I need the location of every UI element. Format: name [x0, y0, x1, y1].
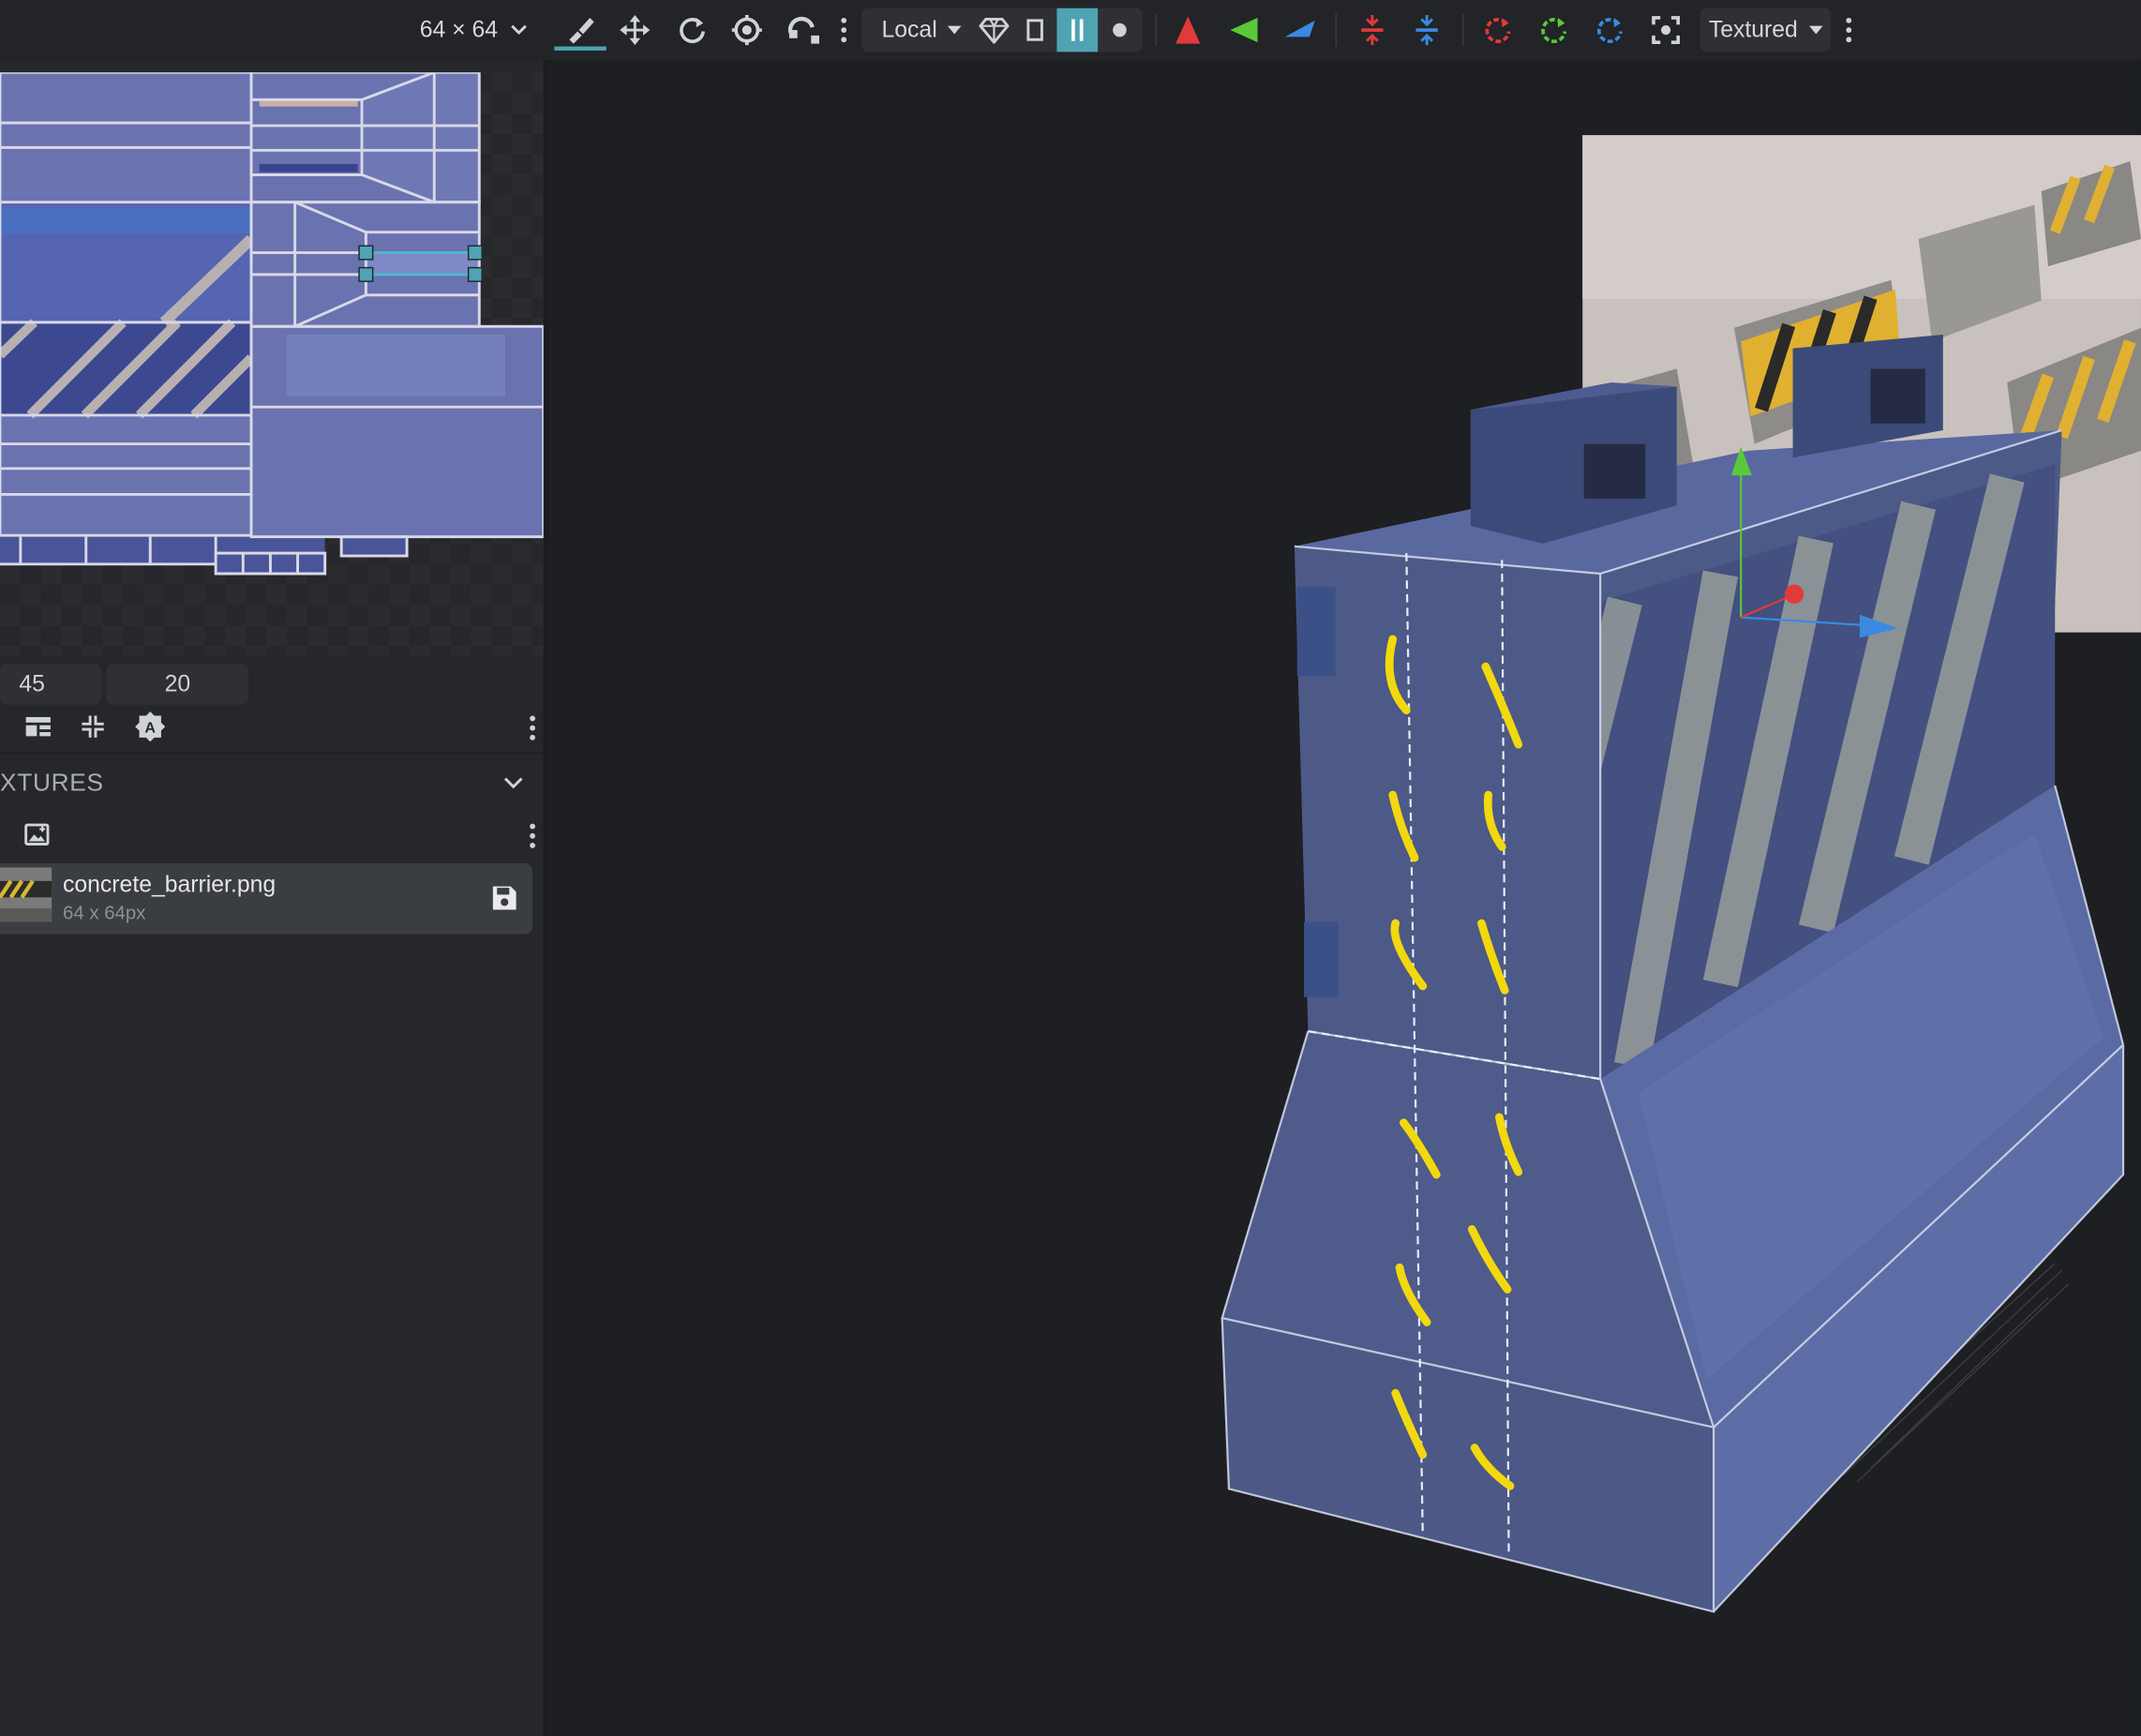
transform-space-dropdown[interactable]: Local — [861, 7, 982, 52]
mirror-x-button[interactable] — [1169, 8, 1207, 52]
x-axis-handle — [1784, 584, 1804, 605]
uv-resolution-selector[interactable]: 64 × 64 — [398, 8, 548, 52]
rotate-z-icon — [1596, 17, 1623, 43]
import-texture-button[interactable] — [23, 821, 51, 855]
uv-collapse-button[interactable] — [79, 713, 106, 747]
svg-text:A: A — [144, 720, 156, 737]
auto-badge-icon: A — [135, 711, 166, 742]
rotate-x-icon — [1485, 17, 1511, 43]
toolbar-divider — [1335, 13, 1338, 47]
mirror-y-button[interactable] — [1223, 8, 1265, 52]
3d-viewport[interactable] — [548, 60, 2141, 1736]
focus-frame-icon — [1652, 16, 1681, 44]
transform-space-value: Local — [881, 16, 937, 43]
face-square-icon — [1026, 19, 1043, 41]
paint-brush-icon — [569, 17, 594, 44]
chevron-down-icon — [503, 777, 523, 789]
toolbar-divider — [1462, 13, 1464, 47]
uv-size-x-value: 45 — [19, 670, 45, 697]
render-mode-dropdown[interactable]: Textured — [1699, 7, 1832, 52]
viewport-overflow-menu[interactable] — [1841, 8, 1857, 52]
grid-layout-icon — [25, 716, 51, 737]
vertex-snap-icon — [787, 16, 819, 44]
uv-size-x-field[interactable]: 45 — [0, 664, 101, 705]
chevron-down-icon — [510, 24, 527, 36]
mirror-z-button[interactable] — [1280, 8, 1321, 52]
paint-brush-tool[interactable] — [554, 8, 606, 52]
pivot-icon — [731, 15, 762, 46]
blockbench-window: 64 × 64 Local Textured 45 20 A XTURES co… — [0, 0, 2141, 1736]
texture-size: 64 x 64px — [63, 901, 146, 924]
object-mode-button[interactable] — [972, 8, 1016, 52]
edge-mode-button[interactable] — [1056, 7, 1099, 52]
gem-icon — [979, 17, 1010, 44]
move-icon — [620, 15, 651, 46]
caret-down-icon — [1808, 25, 1823, 35]
viewport-canvas[interactable] — [549, 60, 2141, 1736]
collapse-section-button[interactable] — [502, 771, 526, 802]
add-image-icon — [24, 823, 50, 846]
uv-map-canvas[interactable] — [0, 70, 546, 655]
focus-button[interactable] — [1645, 8, 1686, 52]
rotate-tool[interactable] — [669, 8, 716, 52]
pivot-tool[interactable] — [724, 8, 771, 52]
toolbar-divider — [1155, 13, 1157, 47]
compress-icon — [82, 715, 104, 738]
uv-layout-button[interactable] — [24, 713, 52, 747]
uv-overflow-menu[interactable] — [530, 715, 535, 741]
compress-z-icon — [1415, 15, 1438, 46]
uv-size-y-field[interactable]: 20 — [106, 664, 249, 705]
flip-x-button[interactable] — [1352, 8, 1393, 52]
save-icon — [492, 886, 517, 910]
textures-overflow-menu[interactable] — [530, 823, 535, 848]
textures-section-title: XTURES — [0, 769, 104, 797]
vertex-snap-tool[interactable] — [781, 8, 828, 52]
x-axis-icon — [1175, 16, 1201, 44]
flip-z-button[interactable] — [1406, 8, 1447, 52]
rotate-z-button[interactable] — [1590, 8, 1631, 52]
active-tool-indicator — [554, 46, 606, 51]
rotate-y-icon — [1541, 17, 1567, 43]
caret-down-icon — [948, 25, 962, 35]
render-mode-value: Textured — [1708, 16, 1798, 43]
compress-x-icon — [1361, 15, 1384, 46]
edge-icon — [1071, 19, 1084, 41]
z-axis-icon — [1284, 20, 1315, 37]
uv-editor[interactable] — [0, 70, 546, 656]
barrier-model[interactable] — [1220, 334, 2125, 1613]
tools-overflow-menu[interactable] — [835, 8, 851, 52]
uv-resolution-label: 64 × 64 — [419, 16, 499, 43]
face-mode-button[interactable] — [1016, 8, 1055, 52]
texture-thumbnail — [0, 867, 52, 922]
rotate-y-button[interactable] — [1534, 8, 1575, 52]
texture-name: concrete_barrier.png — [63, 871, 277, 898]
section-separator — [0, 752, 544, 755]
rotate-icon — [680, 17, 705, 43]
save-texture-button[interactable] — [491, 885, 517, 918]
move-tool[interactable] — [612, 8, 659, 52]
rotate-x-button[interactable] — [1477, 8, 1519, 52]
auto-uv-button[interactable]: A — [134, 711, 167, 750]
top-toolbar: 64 × 64 Local Textured — [0, 0, 2141, 61]
y-axis-icon — [1230, 17, 1258, 43]
vertex-dot-icon — [1113, 22, 1127, 37]
uv-size-y-value: 20 — [164, 670, 191, 697]
vertex-mode-button[interactable] — [1100, 8, 1139, 52]
